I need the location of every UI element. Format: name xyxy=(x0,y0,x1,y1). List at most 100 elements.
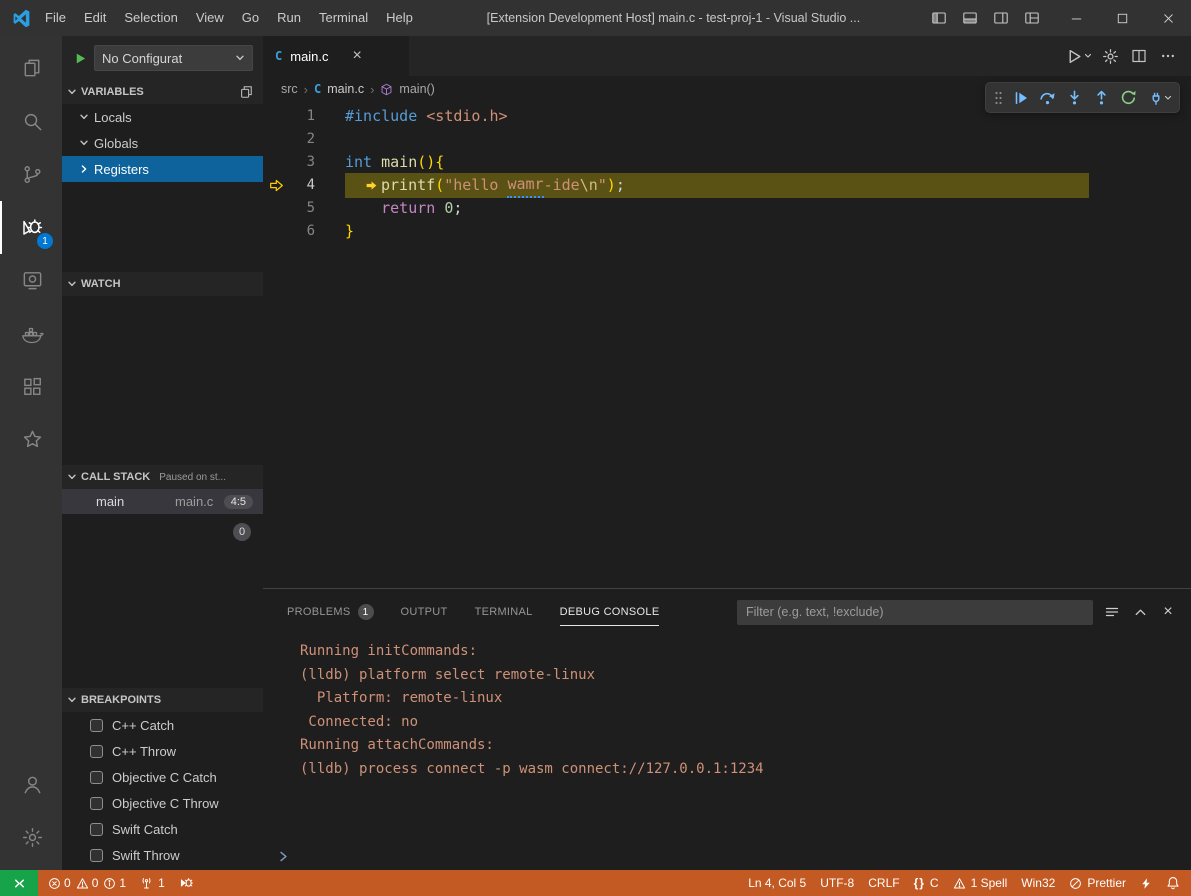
restart-button[interactable] xyxy=(1115,84,1142,111)
variables-section-header[interactable]: VARIABLES xyxy=(62,80,263,104)
menu-help[interactable]: Help xyxy=(377,6,422,30)
status-spell-checker[interactable]: 1 Spell xyxy=(946,870,1015,896)
step-out-icon xyxy=(1093,89,1110,106)
activity-remote-explorer[interactable] xyxy=(0,254,62,307)
close-button[interactable] xyxy=(1145,0,1191,36)
toggle-sidebar-icon[interactable] xyxy=(925,5,952,32)
menu-file[interactable]: File xyxy=(36,6,75,30)
breakpoint-item[interactable]: Objective C Catch xyxy=(62,764,263,790)
more-actions-icon[interactable] xyxy=(1157,44,1179,68)
run-file-button[interactable] xyxy=(1066,44,1092,68)
code-line-5[interactable]: 5 return 0; xyxy=(263,197,1191,220)
toggle-secondary-sidebar-icon[interactable] xyxy=(987,5,1014,32)
filter-lines-icon[interactable] xyxy=(1101,601,1123,623)
activity-source-control[interactable] xyxy=(0,148,62,201)
checkbox[interactable] xyxy=(90,719,103,732)
minimize-button[interactable] xyxy=(1053,0,1099,36)
status-platform[interactable]: Win32 xyxy=(1014,870,1062,896)
drag-handle-icon[interactable] xyxy=(990,89,1007,107)
breakpoints-section-header[interactable]: BREAKPOINTS xyxy=(62,688,263,712)
status-cursor-position[interactable]: Ln 4, Col 5 xyxy=(741,870,813,896)
debug-console-input[interactable] xyxy=(263,843,1191,870)
code-line-4[interactable]: 4printf("hello wamr-ide\n"); xyxy=(263,174,1191,197)
call-stack-section-header[interactable]: CALL STACK Paused on st... xyxy=(62,465,263,489)
status-encoding[interactable]: UTF-8 xyxy=(813,870,861,896)
checkbox[interactable] xyxy=(90,771,103,784)
activity-docker[interactable] xyxy=(0,307,62,360)
menu-view[interactable]: View xyxy=(187,6,233,30)
status-notifications[interactable] xyxy=(1159,870,1187,896)
panel-actions: × xyxy=(1101,601,1179,623)
activity-search[interactable] xyxy=(0,95,62,148)
step-into-button[interactable] xyxy=(1061,84,1088,111)
code-line-3[interactable]: 3int main(){ xyxy=(263,151,1191,174)
tab-main-c[interactable]: C main.c × xyxy=(263,36,409,76)
split-editor-icon[interactable] xyxy=(1128,44,1150,68)
customize-layout-icon[interactable] xyxy=(1018,5,1045,32)
remote-indicator[interactable] xyxy=(0,870,38,896)
checkbox[interactable] xyxy=(90,797,103,810)
console-filter-input[interactable] xyxy=(737,600,1093,625)
gear-icon[interactable] xyxy=(1099,44,1121,68)
continue-button[interactable] xyxy=(1007,84,1034,111)
status-prettier[interactable]: Prettier xyxy=(1062,870,1133,896)
panel-tab-problems[interactable]: PROBLEMS 1 xyxy=(287,589,374,635)
editor-area: C main.c × src › C main.c › main() xyxy=(263,36,1191,870)
call-stack-frame[interactable]: main main.c 4:5 xyxy=(62,489,263,514)
status-language-mode[interactable]: {}C xyxy=(907,870,946,896)
checkbox[interactable] xyxy=(90,849,103,862)
variables-item-registers[interactable]: Registers xyxy=(62,156,263,182)
vscode-logo-icon xyxy=(8,8,34,29)
code-line-2[interactable]: 2 xyxy=(263,128,1191,151)
activity-extensions[interactable] xyxy=(0,360,62,413)
breadcrumb-folder[interactable]: src xyxy=(281,82,298,96)
step-over-button[interactable] xyxy=(1034,84,1061,111)
checkbox[interactable] xyxy=(90,745,103,758)
activity-explorer[interactable] xyxy=(0,42,62,95)
ports-indicator[interactable]: 1 xyxy=(133,870,172,896)
activity-star[interactable] xyxy=(0,413,62,466)
menu-terminal[interactable]: Terminal xyxy=(310,6,377,30)
code-text: printf("hello wamr-ide\n"); xyxy=(345,173,1089,198)
breakpoint-item[interactable]: Objective C Throw xyxy=(62,790,263,816)
copy-icon[interactable] xyxy=(239,85,253,99)
breakpoint-item[interactable]: C++ Catch xyxy=(62,712,263,738)
session-badge: 0 xyxy=(233,523,251,541)
panel-tab-output[interactable]: OUTPUT xyxy=(401,589,448,635)
close-panel-icon[interactable]: × xyxy=(1157,601,1179,623)
activity-settings[interactable] xyxy=(0,811,62,864)
maximize-button[interactable] xyxy=(1099,0,1145,36)
activity-account[interactable] xyxy=(0,758,62,811)
close-tab-icon[interactable]: × xyxy=(353,48,362,64)
debug-config-select[interactable]: No Configurat xyxy=(94,45,253,71)
problems-indicator[interactable]: 0 0 1 xyxy=(41,870,133,896)
chevron-down-icon[interactable] xyxy=(1164,94,1175,102)
menu-go[interactable]: Go xyxy=(233,6,268,30)
watch-section-header[interactable]: WATCH xyxy=(62,272,263,296)
status-eol[interactable]: CRLF xyxy=(861,870,906,896)
status-lightning[interactable] xyxy=(1133,870,1159,896)
breakpoint-item[interactable]: Swift Catch xyxy=(62,816,263,842)
breakpoint-item[interactable]: C++ Throw xyxy=(62,738,263,764)
menu-selection[interactable]: Selection xyxy=(115,6,186,30)
checkbox[interactable] xyxy=(90,823,103,836)
toggle-panel-icon[interactable] xyxy=(956,5,983,32)
debug-status-item[interactable] xyxy=(172,870,200,896)
debug-console-output[interactable]: Running initCommands:(lldb) platform sel… xyxy=(263,635,1191,843)
variables-item-locals[interactable]: Locals xyxy=(62,104,263,130)
step-out-button[interactable] xyxy=(1088,84,1115,111)
maximize-panel-icon[interactable] xyxy=(1129,601,1151,623)
breakpoint-item[interactable]: Swift Throw xyxy=(62,842,263,868)
activity-run-and-debug[interactable]: 1 xyxy=(0,201,62,254)
menu-run[interactable]: Run xyxy=(268,6,310,30)
menu-edit[interactable]: Edit xyxy=(75,6,115,30)
code-line-6[interactable]: 6} xyxy=(263,220,1191,243)
variables-item-globals[interactable]: Globals xyxy=(62,130,263,156)
breadcrumb-symbol[interactable]: main() xyxy=(399,82,434,96)
breakpoints-list: C++ Catch C++ Throw Objective C Catch Ob… xyxy=(62,712,263,870)
start-debugging-icon[interactable] xyxy=(74,52,87,65)
code-editor[interactable]: 1#include <stdio.h>23int main(){4printf(… xyxy=(263,102,1191,588)
panel-tab-debug-console[interactable]: DEBUG CONSOLE xyxy=(560,589,660,635)
breadcrumb-file[interactable]: main.c xyxy=(327,82,364,96)
panel-tab-terminal[interactable]: TERMINAL xyxy=(475,589,533,635)
